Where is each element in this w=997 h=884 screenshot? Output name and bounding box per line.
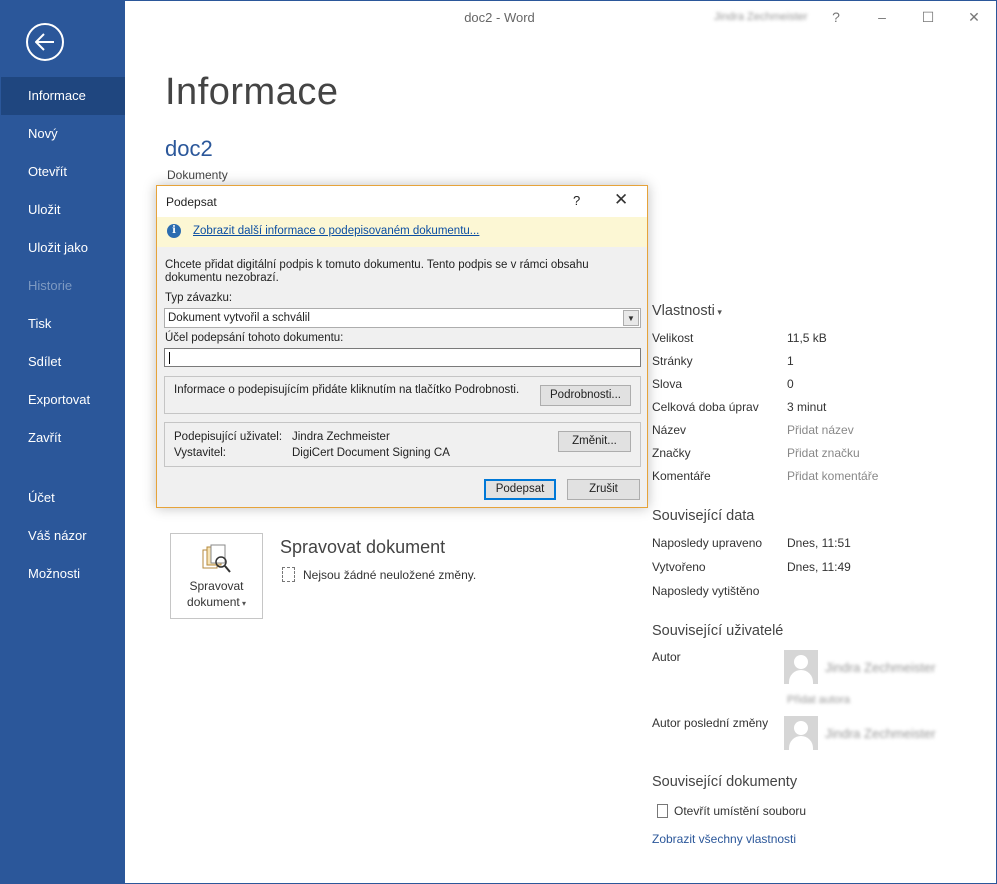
text-caret (169, 352, 170, 364)
dialog-infobar: i Zobrazit další informace o podepisovan… (157, 217, 647, 247)
sign-dialog: Podepsat ? ✕ i Zobrazit další informace … (156, 185, 648, 508)
last-modified-avatar (784, 716, 818, 750)
sidebar-item-ulozit-jako[interactable]: Uložit jako (1, 229, 125, 267)
dialog-titlebar: Podepsat ? ✕ (157, 186, 647, 217)
prop-value-editing-time: 3 minut (787, 400, 827, 414)
add-author-link[interactable]: Přidat autora (787, 694, 850, 706)
date-label-modified: Naposledy upraveno (652, 536, 763, 550)
dialog-help-icon[interactable]: ? (573, 193, 580, 208)
prop-label-size: Velikost (652, 331, 694, 345)
sidebar-item-informace[interactable]: Informace (1, 77, 125, 115)
signer-info-group: Podepisující uživatel: Jindra Zechmeiste… (164, 422, 641, 467)
info-icon: i (167, 224, 181, 238)
sidebar-item-historie: Historie (28, 278, 73, 293)
dialog-intro-text: Chcete přidat digitální podpis k tomuto … (165, 259, 589, 284)
prop-value-pages: 1 (787, 354, 794, 368)
show-all-properties-link[interactable]: Zobrazit všechny vlastnosti (652, 832, 796, 846)
date-label-created: Vytvořeno (652, 560, 706, 574)
date-label-printed: Naposledy vytištěno (652, 584, 760, 598)
properties-heading[interactable]: Vlastnosti ▾ (652, 303, 722, 319)
back-button[interactable] (26, 23, 64, 61)
manage-document-button[interactable]: Spravovat dokument ▾ (170, 533, 263, 619)
prop-label-editing-time: Celková doba úprav (652, 400, 759, 414)
sidebar-item-ulozit[interactable]: Uložit (1, 191, 125, 229)
prop-label-words: Slova (652, 377, 683, 391)
related-docs-heading: Související dokumenty (652, 774, 798, 790)
document-name: doc2 (165, 136, 213, 161)
purpose-label: Účel podepsání tohoto dokumentu: (165, 332, 344, 344)
word-window: Informace Nový Otevřít Uložit Uložit jak… (0, 0, 997, 884)
prop-value-size: 11,5 kB (787, 331, 827, 345)
related-people-heading: Související uživatelé (652, 623, 784, 639)
back-arrow-icon (35, 33, 54, 51)
sidebar-item-ucet[interactable]: Účet (1, 479, 125, 517)
author-avatar (784, 650, 818, 684)
prop-value-title-field[interactable]: Přidat název (787, 423, 854, 437)
more-info-link[interactable]: Zobrazit další informace o podepisovaném… (193, 225, 479, 237)
cancel-button[interactable]: Zrušit (567, 479, 640, 500)
author-label: Autor (652, 650, 681, 664)
manage-document-status: Nejsou žádné neuložené změny. (282, 567, 476, 582)
manage-document-icon (202, 544, 231, 573)
prop-label-comments: Komentáře (652, 469, 711, 483)
sidebar-item-vas-nazor[interactable]: Váš názor (1, 517, 125, 555)
details-text: Informace o podepisujícím přidáte kliknu… (174, 384, 520, 396)
commitment-type-value: Dokument vytvořil a schválil (168, 312, 310, 324)
last-modified-by-label: Autor poslední změny (652, 716, 769, 730)
signer-details-group: Informace o podepisujícím přidáte kliknu… (164, 376, 641, 414)
last-modified-by-name[interactable]: Jindra Zechmeister (825, 726, 936, 741)
sidebar-item-moznosti[interactable]: Možnosti (1, 555, 125, 593)
change-button[interactable]: Změnit... (558, 431, 631, 452)
sidebar-item-otevrit[interactable]: Otevřít (1, 153, 125, 191)
prop-value-comments-field[interactable]: Přidat komentáře (787, 469, 878, 483)
document-icon (282, 567, 295, 582)
commitment-type-label: Typ závazku: (165, 292, 233, 304)
document-location: Dokumenty (167, 168, 228, 182)
signer-value: Jindra Zechmeister (292, 431, 390, 443)
purpose-input[interactable] (164, 348, 641, 367)
dialog-title: Podepsat (166, 195, 217, 209)
dialog-close-icon[interactable]: ✕ (614, 190, 628, 210)
sidebar-item-novy[interactable]: Nový (1, 115, 125, 153)
prop-label-pages: Stránky (652, 354, 693, 368)
signer-label: Podepisující uživatel: (174, 431, 283, 443)
related-dates-heading: Související data (652, 508, 755, 524)
date-value-modified: Dnes, 11:51 (787, 536, 851, 550)
manage-document-label: Spravovat dokument ▾ (187, 579, 246, 609)
open-file-location-link[interactable]: Otevřít umístění souboru (657, 804, 806, 818)
sidebar-item-exportovat[interactable]: Exportovat (1, 381, 125, 419)
minimize-icon[interactable]: – (867, 7, 897, 27)
issuer-label: Vystavitel: (174, 447, 226, 459)
commitment-type-select[interactable]: Dokument vytvořil a schválil ▼ (164, 308, 641, 328)
chevron-down-icon[interactable]: ▼ (623, 310, 639, 326)
date-value-created: Dnes, 11:49 (787, 560, 851, 574)
help-icon[interactable]: ? (821, 7, 851, 27)
details-button[interactable]: Podrobnosti... (540, 385, 631, 406)
file-icon (657, 804, 668, 818)
maximize-icon[interactable]: ☐ (913, 7, 943, 27)
manage-document-title: Spravovat dokument (280, 537, 446, 557)
backstage-sidebar: Informace Nový Otevřít Uložit Uložit jak… (1, 1, 125, 884)
author-name[interactable]: Jindra Zechmeister (825, 660, 936, 675)
close-icon[interactable]: ✕ (959, 7, 989, 27)
prop-value-tags-field[interactable]: Přidat značku (787, 446, 860, 460)
prop-value-words: 0 (787, 377, 794, 391)
sidebar-item-zavrit[interactable]: Zavřít (1, 419, 125, 457)
issuer-value: DigiCert Document Signing CA (292, 447, 450, 459)
sidebar-item-tisk[interactable]: Tisk (1, 305, 125, 343)
prop-label-title: Název (652, 423, 687, 437)
signed-in-user[interactable]: Jindra Zechmeister (714, 11, 808, 23)
sign-button[interactable]: Podepsat (484, 479, 556, 500)
page-title: Informace (165, 71, 339, 113)
prop-label-tags: Značky (652, 446, 691, 460)
sidebar-item-sdilet[interactable]: Sdílet (1, 343, 125, 381)
